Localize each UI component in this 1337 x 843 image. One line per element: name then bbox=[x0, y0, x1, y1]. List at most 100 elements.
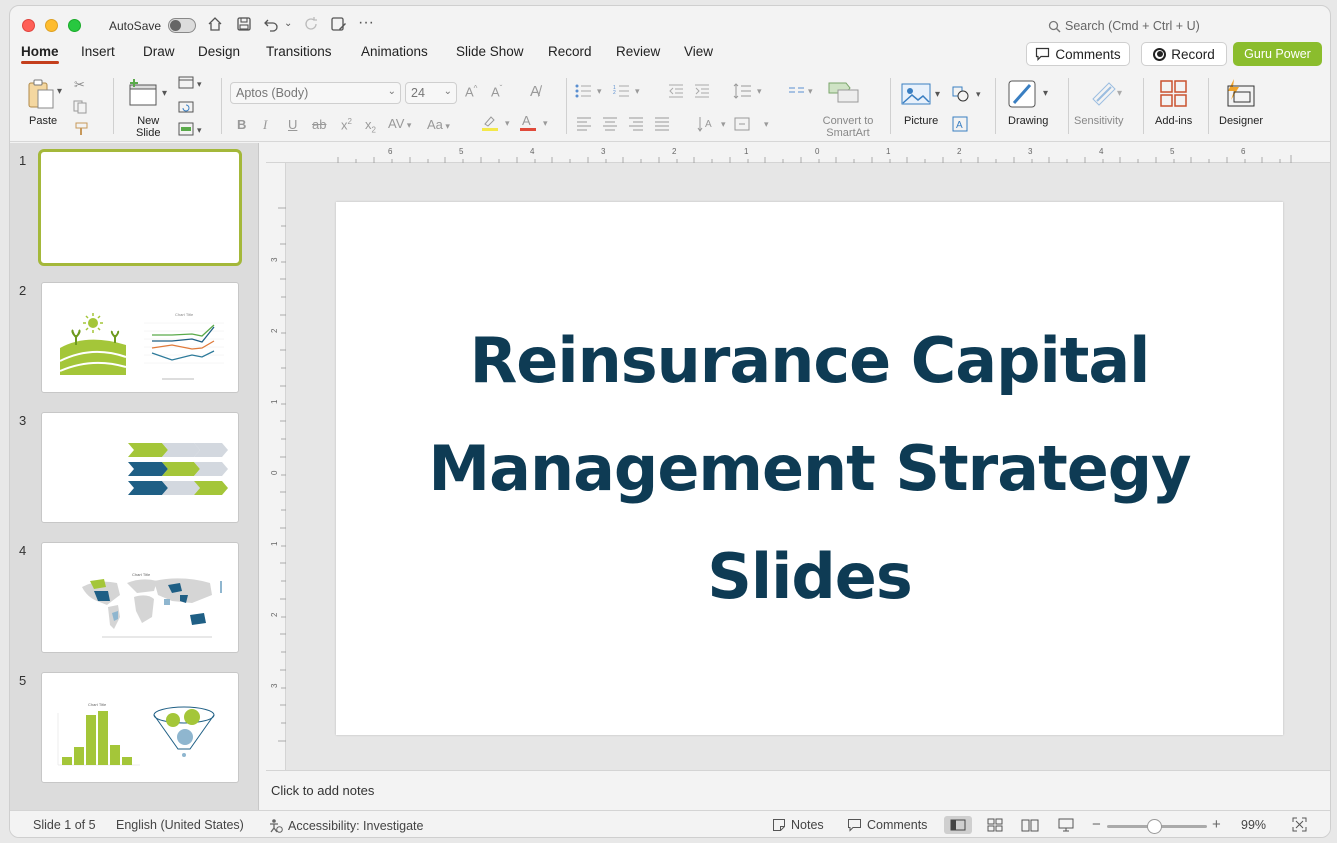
shapes-icon[interactable]: ▾ bbox=[952, 86, 984, 105]
tab-view[interactable]: View bbox=[684, 44, 713, 59]
layout-icon[interactable]: ▾ bbox=[178, 76, 208, 93]
thumb3-graphic bbox=[128, 443, 228, 495]
picture-icon[interactable] bbox=[901, 82, 931, 111]
align-center-icon[interactable] bbox=[602, 117, 618, 134]
tab-record[interactable]: Record bbox=[548, 44, 592, 59]
notes-placeholder[interactable]: Click to add notes bbox=[271, 783, 374, 798]
cut-icon[interactable]: ✂ bbox=[74, 77, 85, 93]
zoom-window-button[interactable] bbox=[68, 19, 81, 32]
slide-thumbnail-2[interactable]: Chart Title bbox=[41, 282, 239, 393]
fit-to-window-button[interactable] bbox=[1292, 817, 1307, 832]
tab-review[interactable]: Review bbox=[616, 44, 660, 59]
smartart-icon[interactable] bbox=[828, 80, 860, 107]
slide-sorter-button[interactable] bbox=[981, 816, 1009, 834]
underline-icon[interactable]: U bbox=[288, 117, 297, 132]
comments-toggle[interactable]: Comments bbox=[847, 818, 927, 832]
search-box[interactable]: Search (Cmd + Ctrl + U) bbox=[1048, 19, 1200, 33]
bullets-icon[interactable]: ▾ bbox=[575, 84, 607, 101]
decrease-font-icon[interactable]: Aˇ bbox=[491, 84, 502, 99]
slideshow-view-button[interactable] bbox=[1052, 816, 1080, 834]
comments-toggle-label: Comments bbox=[867, 818, 928, 832]
current-slide[interactable]: Reinsurance Capital Management Strategy … bbox=[336, 202, 1283, 735]
ruler-v-label: 2 bbox=[270, 612, 279, 617]
notes-pane[interactable]: Click to add notes bbox=[266, 770, 1330, 810]
reading-view-button[interactable] bbox=[1016, 816, 1044, 834]
superscript-icon[interactable]: x2 bbox=[341, 117, 352, 132]
svg-text:2: 2 bbox=[613, 90, 616, 96]
more-options-icon[interactable]: ··· bbox=[358, 14, 374, 32]
character-spacing-icon[interactable]: AV ▾ bbox=[388, 116, 411, 131]
format-painter-icon[interactable] bbox=[74, 122, 90, 139]
new-slide-dropdown-icon[interactable]: ▾ bbox=[162, 88, 167, 99]
vertical-ruler: 3 2 1 0 1 2 3 bbox=[266, 163, 286, 770]
copy-icon[interactable] bbox=[73, 100, 89, 117]
italic-icon[interactable]: I bbox=[263, 117, 267, 133]
drawing-dropdown-icon[interactable]: ▾ bbox=[1043, 88, 1048, 99]
slide-thumbnail-5[interactable]: Chart Title bbox=[41, 672, 239, 783]
language-indicator[interactable]: English (United States) bbox=[116, 818, 244, 832]
drawing-icon[interactable] bbox=[1008, 79, 1040, 114]
align-left-icon[interactable] bbox=[576, 117, 592, 134]
highlight-icon[interactable]: ▾ bbox=[481, 114, 515, 135]
slide-counter: Slide 1 of 5 bbox=[33, 818, 96, 832]
increase-indent-icon[interactable] bbox=[694, 84, 710, 101]
align-right-icon[interactable] bbox=[628, 117, 644, 134]
tab-design[interactable]: Design bbox=[198, 44, 240, 59]
bold-icon[interactable]: B bbox=[237, 117, 246, 132]
picture-dropdown-icon[interactable]: ▾ bbox=[935, 89, 940, 100]
svg-text:▾: ▾ bbox=[721, 119, 726, 129]
subscript-icon[interactable]: x2 bbox=[365, 117, 376, 135]
ruler-h-label: 1 bbox=[744, 147, 749, 156]
font-color-icon[interactable]: A ▾ bbox=[519, 113, 553, 135]
increase-font-icon[interactable]: A^ bbox=[465, 84, 477, 99]
align-text-icon[interactable]: ▾ bbox=[734, 115, 774, 136]
slide-thumbnail-3[interactable] bbox=[41, 412, 239, 523]
zoom-out-button[interactable]: − bbox=[1092, 816, 1101, 833]
accessibility-indicator[interactable]: Accessibility: Investigate bbox=[268, 818, 423, 833]
zoom-in-button[interactable]: + bbox=[1212, 816, 1221, 833]
save-as-icon[interactable] bbox=[330, 16, 347, 36]
minimize-window-button[interactable] bbox=[45, 19, 58, 32]
slide-thumbnail-4[interactable]: Chart Title bbox=[41, 542, 239, 653]
strikethrough-icon[interactable]: ab bbox=[312, 117, 326, 132]
close-window-button[interactable] bbox=[22, 19, 35, 32]
line-spacing-icon[interactable]: ▾ bbox=[733, 83, 767, 102]
slide-title[interactable]: Reinsurance Capital Management Strategy … bbox=[370, 307, 1250, 631]
paste-dropdown-icon[interactable]: ▾ bbox=[57, 86, 62, 97]
tab-home[interactable]: Home bbox=[21, 44, 59, 64]
tab-insert[interactable]: Insert bbox=[81, 44, 115, 59]
text-box-icon[interactable]: A bbox=[952, 116, 968, 135]
undo-dropdown-icon[interactable]: ⌄ bbox=[284, 18, 292, 29]
numbering-icon[interactable]: 1 2 ▾ bbox=[613, 84, 645, 101]
section-icon[interactable]: ▾ bbox=[178, 122, 208, 139]
normal-view-button[interactable] bbox=[944, 816, 972, 834]
home-icon[interactable] bbox=[207, 16, 223, 36]
reset-icon[interactable] bbox=[178, 100, 194, 117]
undo-icon[interactable] bbox=[263, 16, 279, 36]
autosave-toggle[interactable] bbox=[168, 18, 196, 33]
font-size-select[interactable]: 24 ⌄ bbox=[405, 82, 457, 104]
addins-icon[interactable] bbox=[1159, 79, 1189, 112]
zoom-slider-thumb[interactable] bbox=[1147, 819, 1162, 834]
zoom-level[interactable]: 99% bbox=[1241, 818, 1266, 832]
record-button[interactable]: Record bbox=[1141, 42, 1227, 66]
paste-icon[interactable] bbox=[26, 78, 58, 115]
guru-power-button[interactable]: Guru Power bbox=[1233, 42, 1322, 66]
justify-icon[interactable] bbox=[654, 117, 670, 134]
tab-transitions[interactable]: Transitions bbox=[266, 44, 332, 59]
comments-button[interactable]: Comments bbox=[1026, 42, 1130, 66]
text-direction-icon[interactable]: A ▾ bbox=[697, 115, 731, 136]
columns-icon[interactable]: ▾ bbox=[788, 84, 818, 101]
tab-animations[interactable]: Animations bbox=[361, 44, 428, 59]
designer-icon[interactable] bbox=[1224, 78, 1256, 113]
decrease-indent-icon[interactable] bbox=[668, 84, 684, 101]
new-slide-icon[interactable] bbox=[126, 78, 160, 111]
notes-toggle[interactable]: Notes bbox=[772, 818, 824, 832]
tab-draw[interactable]: Draw bbox=[143, 44, 175, 59]
save-icon[interactable] bbox=[236, 16, 252, 36]
change-case-icon[interactable]: Aa ▾ bbox=[427, 117, 450, 132]
font-name-select[interactable]: Aptos (Body) ⌄ bbox=[230, 82, 401, 104]
tab-slide-show[interactable]: Slide Show bbox=[456, 44, 524, 59]
clear-formatting-icon[interactable]: A̸ bbox=[530, 83, 540, 100]
slide-thumbnail-1[interactable] bbox=[38, 149, 242, 266]
